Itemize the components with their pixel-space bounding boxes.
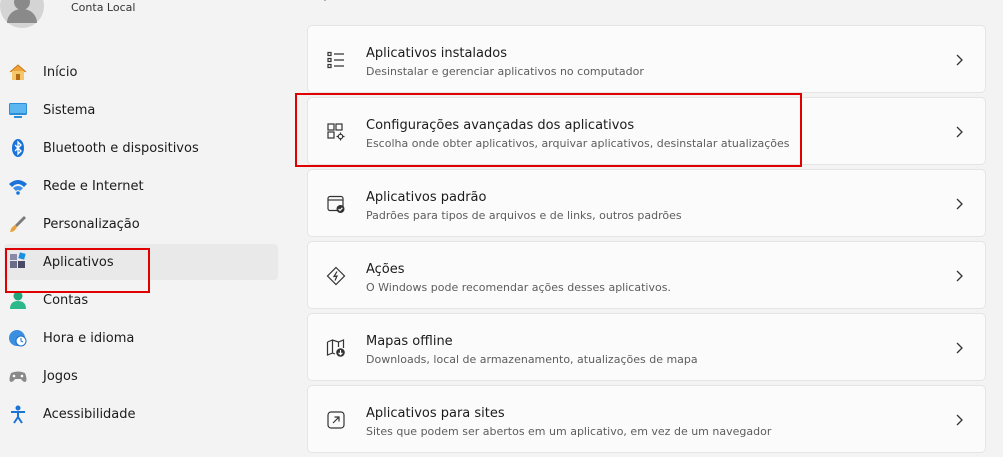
card-apps-for-websites[interactable]: Aplicativos para sites Sites que podem s… xyxy=(307,385,986,453)
card-description: Escolha onde obter aplicativos, arquivar… xyxy=(366,137,790,150)
sidebar-item-sistema[interactable]: Sistema xyxy=(4,92,278,128)
sidebar-item-label: Início xyxy=(43,64,78,80)
card-actions[interactable]: Ações O Windows pode recomendar ações de… xyxy=(307,241,986,309)
chevron-right-icon xyxy=(956,342,963,354)
sidebar-item-label: Personalização xyxy=(43,216,140,232)
sidebar-item-bluetooth[interactable]: Bluetooth e dispositivos xyxy=(4,130,278,166)
chevron-right-icon xyxy=(956,270,963,282)
open-external-icon xyxy=(327,411,345,429)
card-description: O Windows pode recomendar ações desses a… xyxy=(366,281,671,294)
clock-globe-icon xyxy=(9,330,27,347)
sidebar-item-label: Acessibilidade xyxy=(43,406,136,422)
card-description: Padrões para tipos de arquivos e de link… xyxy=(366,209,682,222)
sidebar-item-label: Aplicativos xyxy=(43,254,114,270)
settings-card-list: Aplicativos instalados Desinstalar e ger… xyxy=(307,25,986,457)
card-advanced-app-settings[interactable]: Configurações avançadas dos aplicativos … xyxy=(307,97,986,165)
card-title: Configurações avançadas dos aplicativos xyxy=(366,118,635,133)
apps-icon xyxy=(10,252,26,268)
chevron-right-icon xyxy=(956,414,963,426)
sidebar-item-label: Rede e Internet xyxy=(43,178,144,194)
card-description: Downloads, local de armazenamento, atual… xyxy=(366,353,698,366)
system-icon xyxy=(9,103,27,118)
card-title: Aplicativos instalados xyxy=(366,46,507,61)
person-icon xyxy=(10,291,26,309)
brush-icon xyxy=(10,216,26,232)
sidebar-item-rede[interactable]: Rede e Internet xyxy=(4,168,278,204)
list-icon xyxy=(327,51,344,69)
card-title: Aplicativos padrão xyxy=(366,190,487,205)
sidebar-item-personalizacao[interactable]: Personalização xyxy=(4,206,278,242)
default-apps-icon xyxy=(327,195,345,213)
card-title: Mapas offline xyxy=(366,334,453,349)
sidebar-nav: Início Sistema Bluetooth e dispositivos … xyxy=(0,52,290,434)
sidebar-item-label: Jogos xyxy=(43,368,78,384)
sidebar-item-label: Sistema xyxy=(43,102,96,118)
card-offline-maps[interactable]: Mapas offline Downloads, local de armaze… xyxy=(307,313,986,381)
sidebar-item-label: Hora e idioma xyxy=(43,330,135,346)
app-settings-icon xyxy=(327,123,345,141)
chevron-right-icon xyxy=(956,126,963,138)
gamepad-icon xyxy=(9,371,27,382)
account-name: Conta Local xyxy=(71,1,136,14)
actions-icon xyxy=(326,266,346,286)
chevron-down-icon xyxy=(324,0,326,1)
card-description: Desinstalar e gerenciar aplicativos no c… xyxy=(366,65,644,78)
card-installed-apps[interactable]: Aplicativos instalados Desinstalar e ger… xyxy=(307,25,986,93)
sidebar-item-label: Contas xyxy=(43,292,89,308)
sidebar-item-hora-idioma[interactable]: Hora e idioma xyxy=(4,320,278,356)
map-download-icon xyxy=(326,339,345,357)
sidebar-item-contas[interactable]: Contas xyxy=(4,282,278,318)
bluetooth-icon xyxy=(12,139,24,157)
chevron-right-icon xyxy=(956,54,963,66)
sidebar-item-inicio[interactable]: Início xyxy=(4,54,278,90)
sidebar-item-aplicativos[interactable]: Aplicativos xyxy=(4,244,278,280)
sidebar-item-acessibilidade[interactable]: Acessibilidade xyxy=(4,396,278,432)
chevron-right-icon xyxy=(956,198,963,210)
sidebar-item-label: Bluetooth e dispositivos xyxy=(43,140,199,156)
avatar[interactable] xyxy=(0,0,44,28)
card-title: Aplicativos para sites xyxy=(366,406,505,421)
wifi-icon xyxy=(9,180,27,195)
accessibility-icon xyxy=(11,405,25,424)
home-icon xyxy=(9,64,27,80)
card-title: Ações xyxy=(366,262,405,277)
card-default-apps[interactable]: Aplicativos padrão Padrões para tipos de… xyxy=(307,169,986,237)
sidebar-item-jogos[interactable]: Jogos xyxy=(4,358,278,394)
